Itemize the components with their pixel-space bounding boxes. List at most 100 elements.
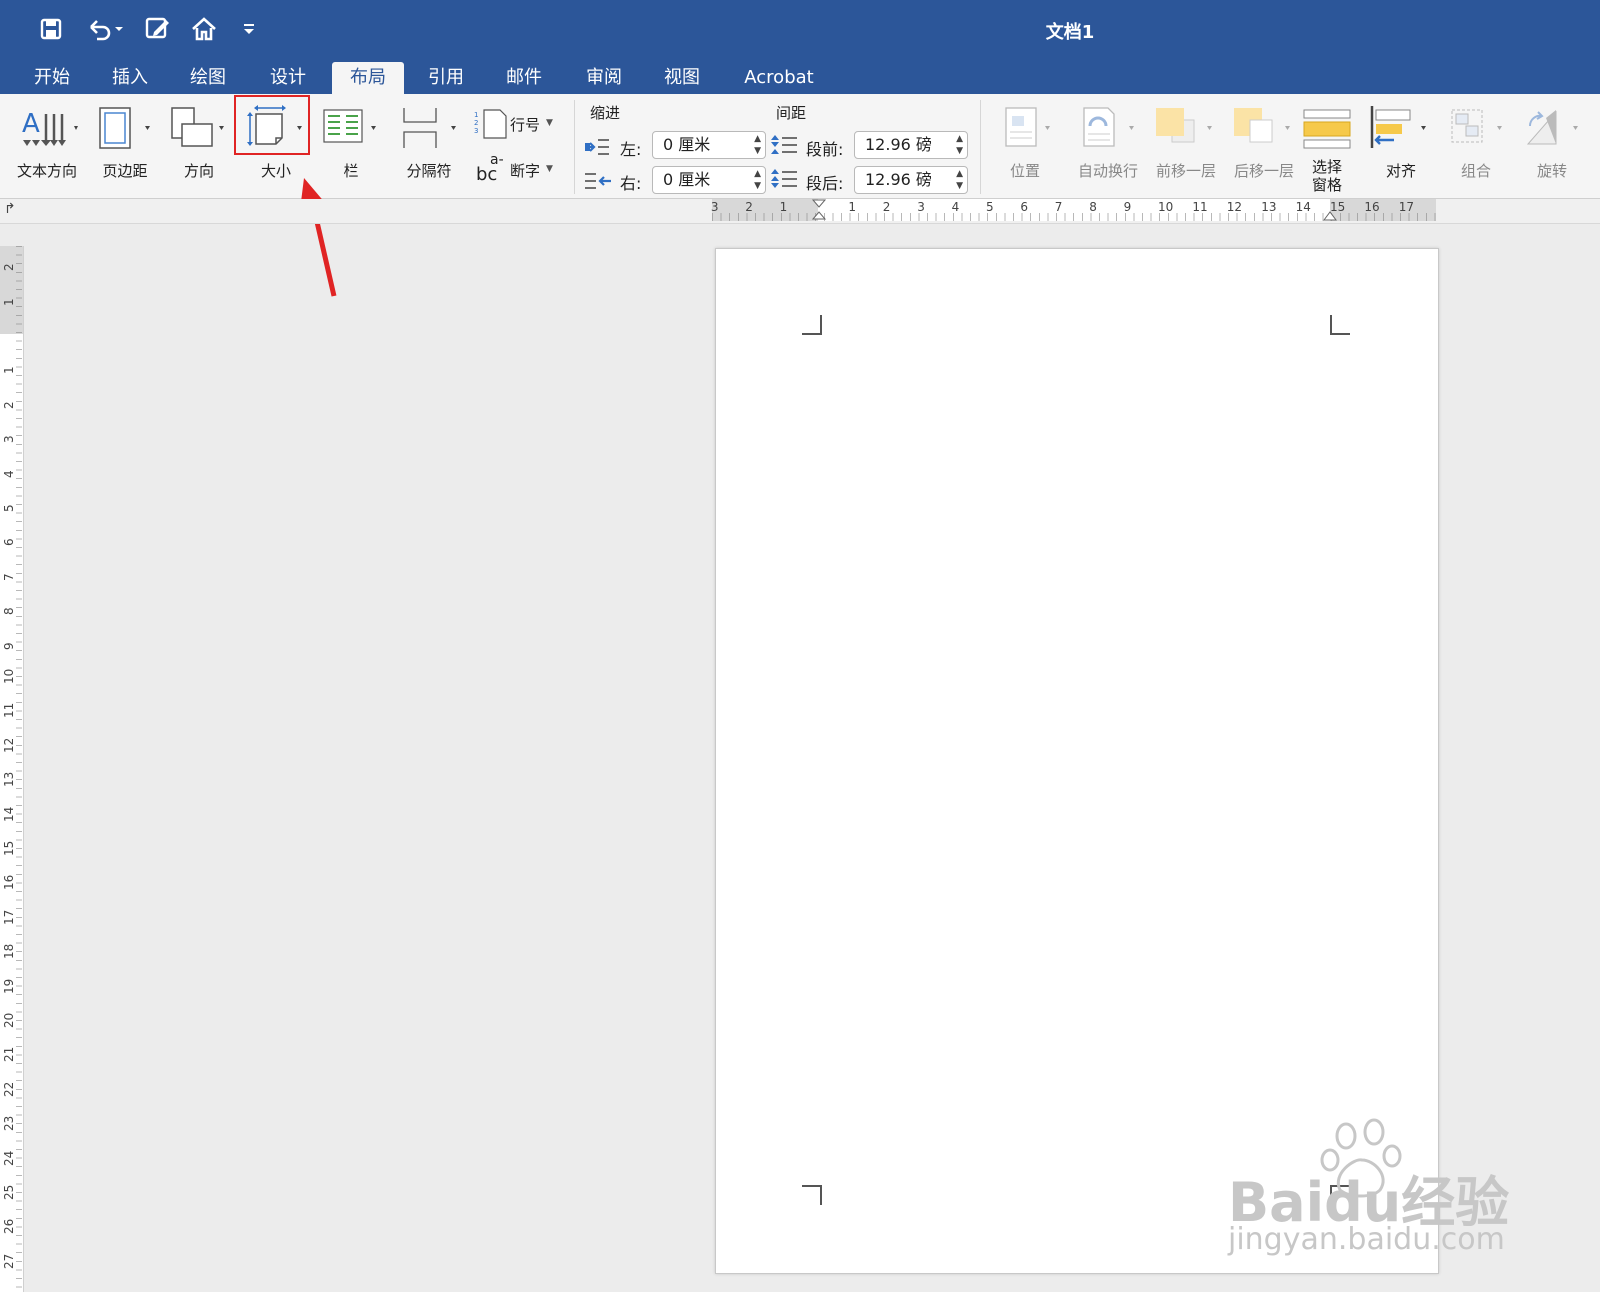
v-ruler-number: 22 — [2, 1081, 16, 1097]
group-button[interactable]: 组合 — [1440, 104, 1512, 194]
tab-view[interactable]: 视图 — [660, 62, 704, 94]
text-direction-button[interactable]: A 文本方向 — [10, 104, 84, 194]
v-ruler-number: 16 — [2, 875, 16, 891]
wrap-text-button[interactable]: 自动换行 — [1068, 104, 1148, 194]
indent-right-input[interactable]: 0 厘米 ▲ ▼ — [652, 166, 766, 194]
hyphenation-button[interactable]: a- bc 断字 ▼ — [474, 152, 564, 188]
text-direction-label: 文本方向 — [16, 162, 77, 180]
tab-home[interactable]: 开始 — [30, 62, 74, 94]
v-ruler-number: 20 — [2, 1012, 16, 1028]
h-ruler-number: 2 — [745, 200, 753, 214]
v-ruler-number: 15 — [2, 840, 16, 856]
h-ruler-number: 4 — [951, 200, 960, 214]
bring-forward-button[interactable]: 前移一层 — [1146, 104, 1226, 194]
spacing-after-label: 段后: — [806, 174, 844, 193]
tab-draw[interactable]: 绘图 — [186, 62, 230, 94]
tab-acrobat[interactable]: Acrobat — [738, 62, 820, 94]
v-ruler-number: 5 — [2, 504, 16, 512]
orientation-button[interactable]: 方向 — [166, 104, 232, 194]
h-ruler-number: 3 — [917, 200, 925, 214]
spacing-after-input[interactable]: 12.96 磅 ▲ ▼ — [854, 166, 968, 194]
v-ruler-number: 4 — [2, 469, 16, 478]
columns-button[interactable]: 栏 — [318, 104, 384, 194]
rotate-label: 旋转 — [1536, 162, 1567, 180]
spacing-before-value: 12.96 磅 — [865, 135, 932, 154]
send-backward-button[interactable]: 后移一层 — [1224, 104, 1304, 194]
wrap-text-label: 自动换行 — [1077, 162, 1138, 180]
svg-text:2: 2 — [474, 119, 478, 127]
v-ruler-number: 2 — [2, 401, 16, 409]
spacing-after-stepper[interactable]: ▲ ▼ — [956, 168, 963, 192]
v-ruler-number: 23 — [2, 1115, 16, 1132]
spacing-before-stepper[interactable]: ▲ ▼ — [956, 133, 963, 157]
rotate-button[interactable]: 旋转 — [1516, 104, 1588, 194]
indent-right-icon — [585, 173, 611, 189]
indent-right-label: 右: — [620, 174, 642, 193]
v-ruler-number: 14 — [2, 806, 16, 822]
spacing-before-label: 段前: — [806, 140, 844, 159]
breaks-button[interactable]: 分隔符 — [392, 104, 466, 194]
selection-pane-button[interactable]: 选择 窗格 — [1296, 104, 1358, 194]
horizontal-ruler[interactable]: 3 2 1 1 2 3 4 5 6 7 8 9 10 11 12 13 14 15 16 17 — [711, 199, 1436, 223]
line-numbers-button[interactable]: 123 行号 ▼ — [474, 108, 564, 142]
tab-design[interactable]: 设计 — [266, 62, 310, 94]
svg-text:1: 1 — [474, 111, 478, 119]
line-numbers-dropdown-icon: ▼ — [546, 118, 553, 128]
position-button[interactable]: 位置 — [990, 104, 1060, 194]
h-ruler-number: 8 — [1089, 200, 1097, 214]
hyphenation-dropdown-icon: ▼ — [546, 164, 553, 174]
position-label: 位置 — [1009, 162, 1040, 180]
tab-review[interactable]: 审阅 — [582, 62, 626, 94]
selection-pane-icon — [1296, 104, 1358, 152]
line-numbers-label: 行号 — [510, 116, 541, 134]
group-icon — [1440, 104, 1512, 152]
hyphenation-icon: a- bc — [476, 152, 504, 185]
v-ruler-number: 17 — [2, 909, 16, 925]
v-ruler-number: 18 — [2, 943, 16, 960]
send-backward-label: 后移一层 — [1233, 162, 1294, 180]
vertical-ruler[interactable]: 2 1 1 2 3 4 5 6 7 8 9 10 11 12 13 14 15 16 17 18 19 20 21 22 23 2… — [0, 246, 24, 1292]
position-icon — [990, 104, 1060, 152]
bring-forward-label: 前移一层 — [1155, 162, 1216, 180]
v-ruler-number: 26 — [2, 1219, 16, 1235]
h-ruler-number: 14 — [1295, 200, 1311, 214]
margins-button[interactable]: 页边距 — [92, 104, 158, 194]
indent-left-stepper[interactable]: ▲ ▼ — [754, 133, 761, 157]
columns-label: 栏 — [343, 162, 359, 180]
indent-left-input[interactable]: 0 厘米 ▲ ▼ — [652, 131, 766, 159]
v-ruler-number: 8 — [2, 607, 16, 616]
selection-pane-label: 选择 窗格 — [1311, 158, 1342, 194]
tab-insert[interactable]: 插入 — [108, 62, 152, 94]
ribbon-separator — [980, 100, 981, 194]
ribbon-tabs: 开始 插入 绘图 设计 布局 引用 邮件 审阅 视图 Acrobat — [0, 58, 1600, 94]
orientation-label: 方向 — [183, 162, 214, 180]
v-ruler-number: 13 — [2, 771, 16, 788]
align-button[interactable]: 对齐 — [1364, 104, 1438, 194]
margin-corner-bottom-left — [802, 1185, 822, 1205]
v-ruler-ticks — [16, 246, 22, 1292]
h-ruler-number: 7 — [1054, 200, 1063, 214]
v-ruler-number: 10 — [2, 668, 16, 684]
tab-references[interactable]: 引用 — [424, 62, 468, 94]
tab-selector-icon[interactable]: ↱ — [4, 201, 22, 219]
title-bar: 文档1 — [0, 0, 1600, 58]
h-ruler-number: 13 — [1261, 200, 1277, 214]
first-line-indent-marker[interactable] — [812, 199, 826, 223]
v-ruler-number: 1 — [2, 366, 16, 375]
columns-icon — [318, 104, 384, 152]
orientation-icon — [166, 104, 232, 152]
indent-right-stepper[interactable]: ▲ ▼ — [754, 168, 761, 192]
margins-icon — [92, 104, 158, 152]
h-ruler-number: 6 — [1020, 200, 1029, 214]
tab-layout[interactable]: 布局 — [332, 62, 404, 94]
v-ruler-number: 25 — [2, 1184, 16, 1200]
hyphenation-label: 断字 — [510, 162, 541, 180]
h-ruler-number: 12 — [1226, 200, 1243, 214]
ribbon-separator — [574, 100, 575, 194]
indent-left-value: 0 厘米 — [663, 135, 711, 154]
right-indent-marker[interactable] — [1323, 211, 1337, 221]
spacing-before-input[interactable]: 12.96 磅 ▲ ▼ — [854, 131, 968, 159]
text-direction-glyph: A — [22, 109, 40, 139]
size-highlight-box — [234, 95, 310, 155]
tab-mailings[interactable]: 邮件 — [502, 62, 546, 94]
